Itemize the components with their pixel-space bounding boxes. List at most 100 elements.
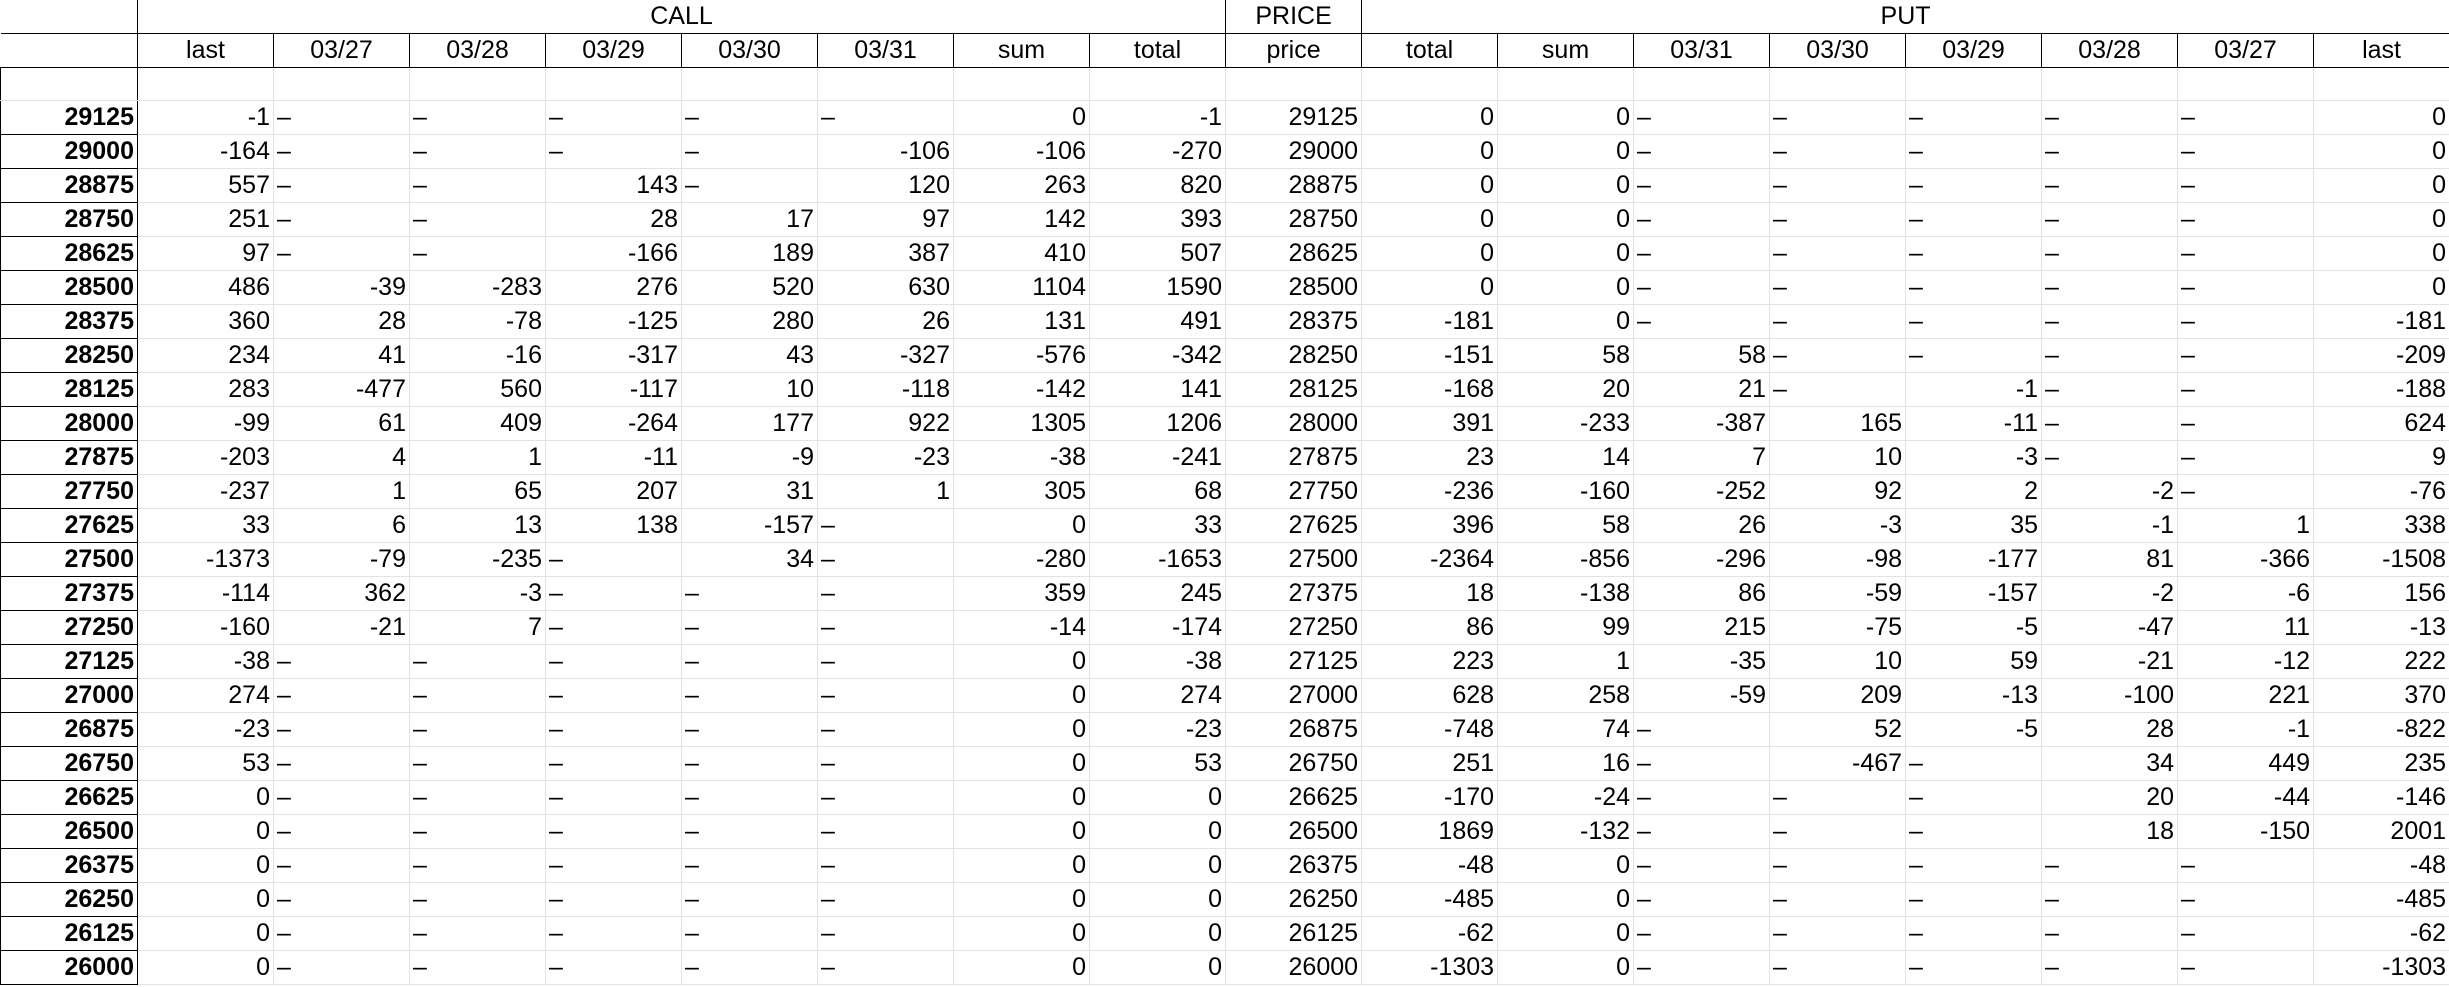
data-cell[interactable]: 486 [137, 270, 274, 305]
price-group-header[interactable]: PRICE [1225, 0, 1363, 34]
data-cell[interactable]: 18 [2041, 814, 2179, 849]
data-cell[interactable]: 7 [1633, 440, 1771, 475]
data-cell[interactable]: 52 [1769, 712, 1907, 747]
data-cell[interactable]: 393 [1089, 202, 1227, 237]
data-cell[interactable]: 234 [137, 338, 274, 373]
data-cell[interactable]: -1 [137, 100, 274, 135]
data-cell[interactable]: -160 [1497, 474, 1635, 509]
data-cell[interactable]: – [1769, 814, 1907, 849]
data-cell[interactable]: – [681, 678, 818, 713]
data-cell[interactable]: 0 [1497, 270, 1635, 305]
data-cell[interactable]: 251 [1361, 746, 1499, 781]
data-cell[interactable]: 26 [1633, 508, 1771, 543]
data-cell[interactable]: -23 [1089, 712, 1227, 747]
data-cell[interactable]: 6 [273, 508, 410, 543]
data-cell[interactable]: 26750 [1225, 746, 1363, 781]
data-cell[interactable]: – [2041, 372, 2179, 407]
strike-header[interactable]: 26375 [0, 848, 138, 883]
strike-header[interactable]: 26000 [0, 950, 138, 985]
data-cell[interactable]: – [681, 882, 818, 917]
data-cell[interactable]: -177 [1905, 542, 2043, 577]
data-cell[interactable]: -748 [1361, 712, 1499, 747]
data-cell[interactable]: – [1633, 304, 1771, 339]
data-cell[interactable]: -48 [2313, 848, 2449, 883]
data-cell[interactable]: – [273, 882, 410, 917]
data-cell[interactable]: -235 [409, 542, 546, 577]
data-cell[interactable]: 58 [1497, 508, 1635, 543]
data-cell[interactable]: 0 [2313, 236, 2449, 271]
data-cell[interactable]: 28500 [1225, 270, 1363, 305]
data-cell[interactable]: – [273, 916, 410, 951]
data-cell[interactable]: -99 [137, 406, 274, 441]
data-cell[interactable]: – [273, 780, 410, 815]
data-cell[interactable]: – [545, 916, 682, 951]
data-cell[interactable]: – [2041, 168, 2179, 203]
data-cell[interactable]: 1869 [1361, 814, 1499, 849]
data-cell[interactable]: 491 [1089, 304, 1227, 339]
data-cell[interactable]: – [817, 814, 954, 849]
data-cell[interactable]: 61 [273, 406, 410, 441]
data-cell[interactable]: -2364 [1361, 542, 1499, 577]
data-cell[interactable]: 26875 [1225, 712, 1363, 747]
blank-cell[interactable] [2041, 67, 2179, 101]
data-cell[interactable]: 0 [1089, 882, 1227, 917]
data-cell[interactable]: – [1633, 746, 1771, 781]
data-cell[interactable]: -160 [137, 610, 274, 645]
data-cell[interactable]: 1 [409, 440, 546, 475]
data-cell[interactable]: – [409, 882, 546, 917]
data-cell[interactable]: -11 [1905, 406, 2043, 441]
data-cell[interactable]: – [545, 950, 682, 985]
data-cell[interactable]: -157 [681, 508, 818, 543]
data-cell[interactable]: 1206 [1089, 406, 1227, 441]
data-cell[interactable]: -79 [273, 542, 410, 577]
data-cell[interactable]: – [817, 644, 954, 679]
data-cell[interactable]: 449 [2177, 746, 2315, 781]
data-cell[interactable]: – [2177, 882, 2315, 917]
data-cell[interactable]: – [2041, 270, 2179, 305]
data-cell[interactable]: – [273, 848, 410, 883]
data-cell[interactable]: -252 [1633, 474, 1771, 509]
data-cell[interactable]: -157 [1905, 576, 2043, 611]
data-cell[interactable]: -106 [817, 134, 954, 169]
data-cell[interactable]: – [817, 916, 954, 951]
data-cell[interactable]: 222 [2313, 644, 2449, 679]
data-cell[interactable]: 1 [817, 474, 954, 509]
data-cell[interactable]: – [1633, 916, 1771, 951]
data-cell[interactable]: 0 [1497, 882, 1635, 917]
data-cell[interactable]: – [2041, 882, 2179, 917]
data-cell[interactable]: -327 [817, 338, 954, 373]
data-cell[interactable]: – [817, 712, 954, 747]
data-cell[interactable]: 43 [681, 338, 818, 373]
data-cell[interactable]: 65 [409, 474, 546, 509]
strike-header[interactable]: 29125 [0, 100, 138, 135]
data-cell[interactable]: 28 [273, 304, 410, 339]
data-cell[interactable]: -3 [409, 576, 546, 611]
data-cell[interactable]: -48 [1361, 848, 1499, 883]
data-cell[interactable]: 0 [953, 100, 1090, 135]
data-cell[interactable]: 26500 [1225, 814, 1363, 849]
data-cell[interactable]: – [545, 610, 682, 645]
data-cell[interactable]: 410 [953, 236, 1090, 271]
data-cell[interactable]: – [2177, 100, 2315, 135]
data-cell[interactable]: -38 [1089, 644, 1227, 679]
data-cell[interactable]: 1590 [1089, 270, 1227, 305]
data-cell[interactable]: – [1905, 848, 2043, 883]
data-cell[interactable]: – [681, 644, 818, 679]
column-header-4[interactable]: 03/30 [681, 33, 818, 68]
blank-cell[interactable] [409, 67, 546, 101]
data-cell[interactable]: – [409, 780, 546, 815]
data-cell[interactable]: – [409, 814, 546, 849]
data-cell[interactable]: – [1769, 338, 1907, 373]
data-cell[interactable]: 223 [1361, 644, 1499, 679]
data-cell[interactable]: 34 [2041, 746, 2179, 781]
corner-cell[interactable] [0, 0, 138, 34]
data-cell[interactable]: – [1769, 780, 1907, 815]
data-cell[interactable]: -76 [2313, 474, 2449, 509]
data-cell[interactable]: 0 [1361, 100, 1499, 135]
data-cell[interactable]: -856 [1497, 542, 1635, 577]
data-cell[interactable]: 29125 [1225, 100, 1363, 135]
data-cell[interactable]: 283 [137, 372, 274, 407]
data-cell[interactable]: 0 [953, 950, 1090, 985]
strike-header[interactable]: 26125 [0, 916, 138, 951]
data-cell[interactable]: – [1905, 338, 2043, 373]
